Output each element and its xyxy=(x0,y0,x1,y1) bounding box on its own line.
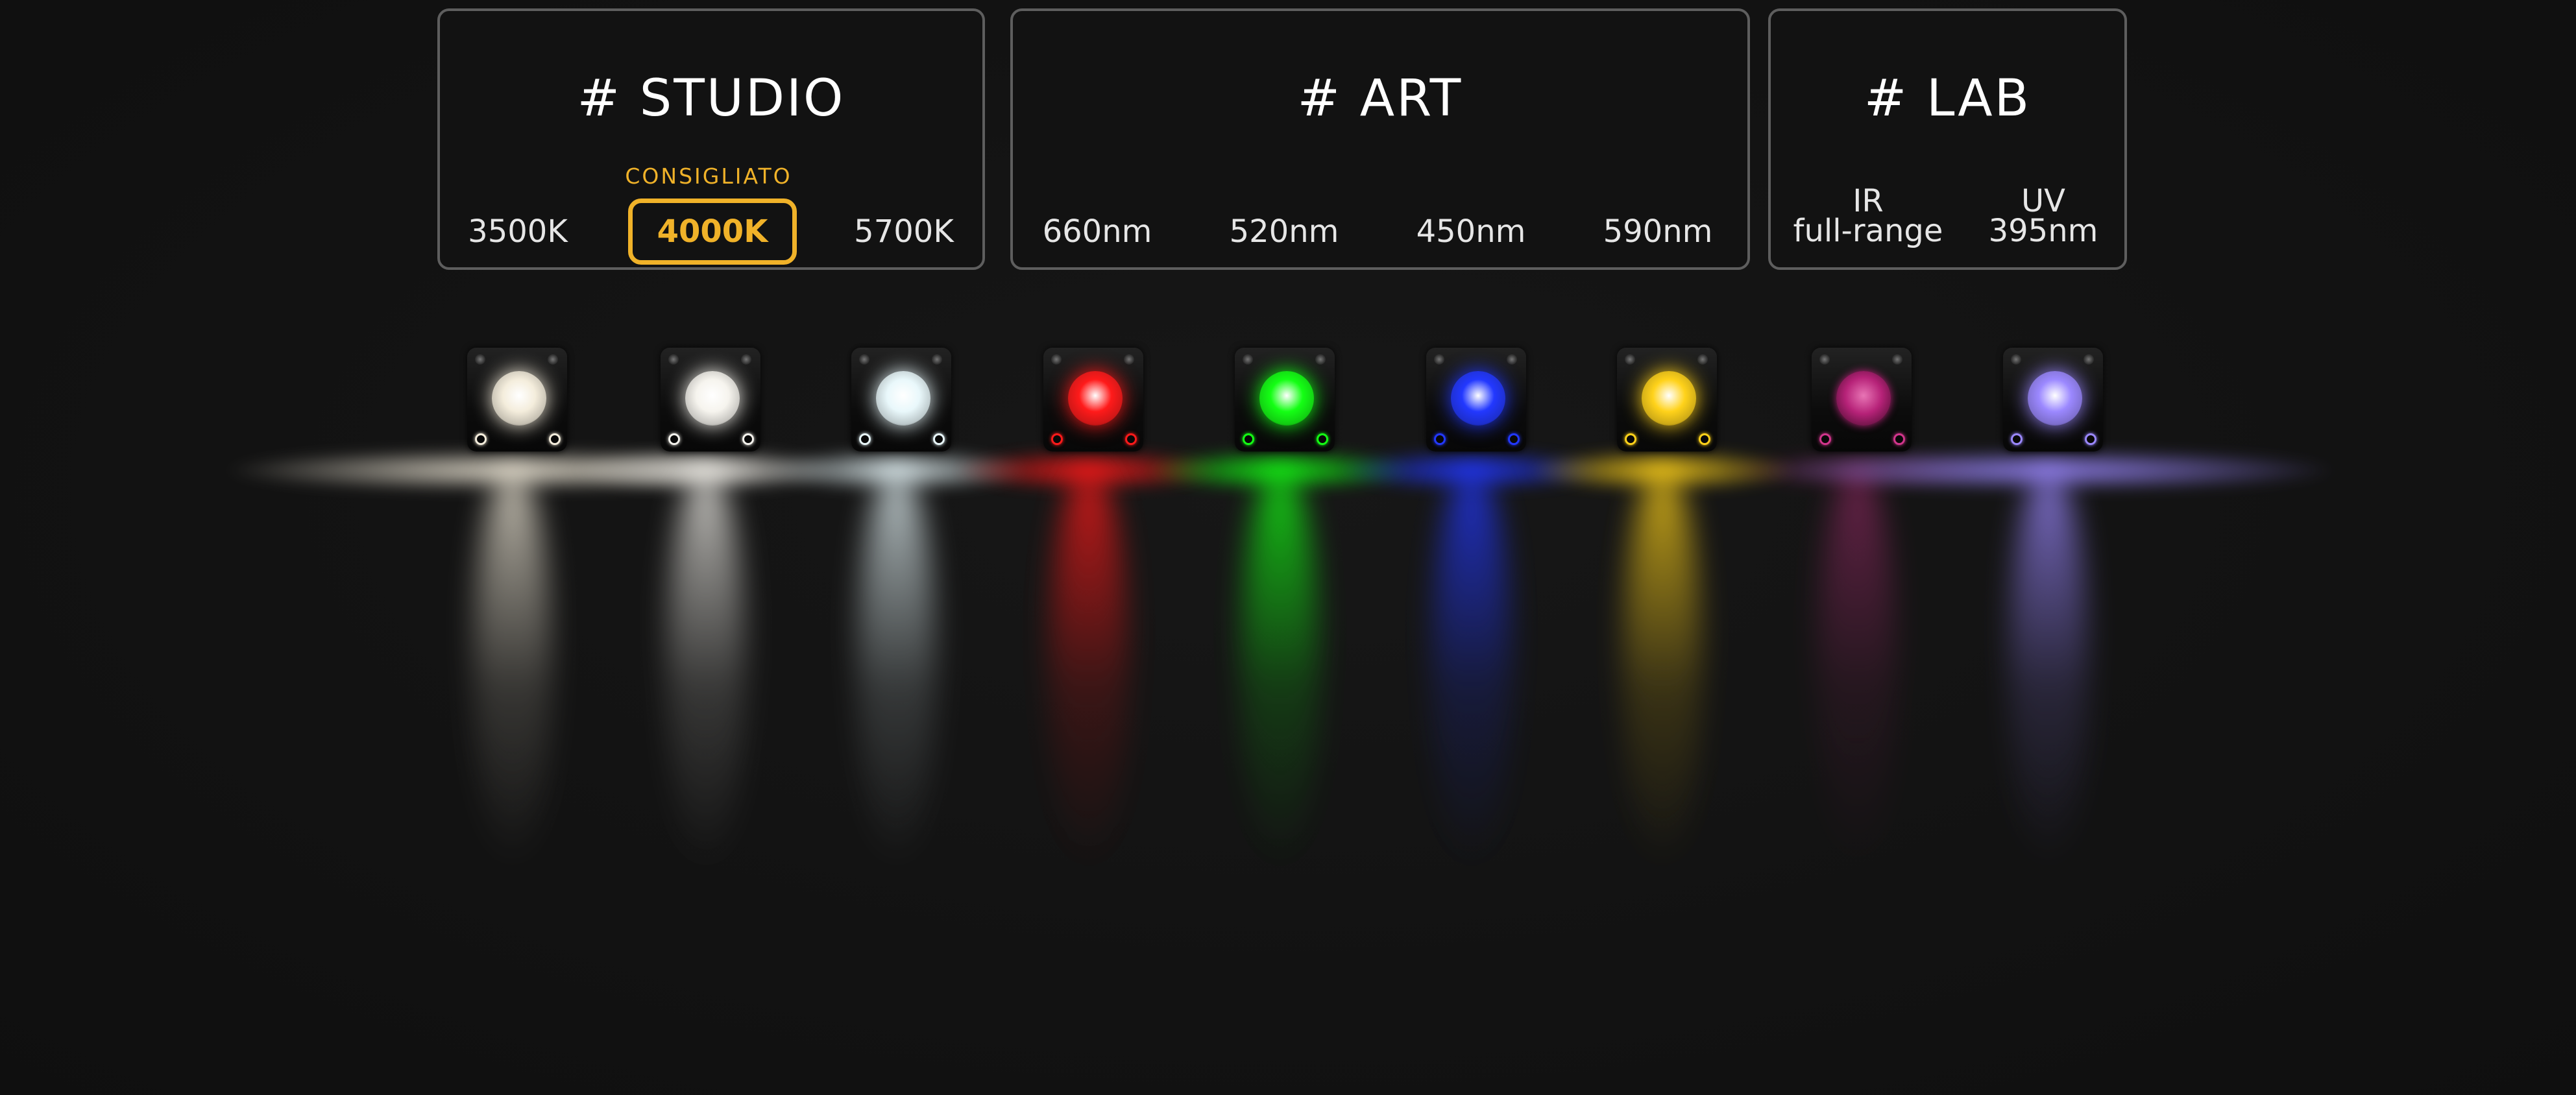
led-lens-icon xyxy=(1836,371,1891,426)
option-uv-line1: UV xyxy=(2021,183,2065,219)
screw-icon xyxy=(475,354,485,365)
indicator-dot-icon xyxy=(668,433,680,445)
indicator-dot-icon xyxy=(933,433,945,445)
module-body xyxy=(661,348,760,451)
indicator-dot-icon xyxy=(2085,433,2096,445)
indicator-dot-icon xyxy=(859,433,871,445)
light-module-3500k xyxy=(453,336,572,455)
product-banner: # STUDIO CONSIGLIATO 3500K 4000K 5700K #… xyxy=(0,0,2576,1095)
reflection-660nm xyxy=(1050,467,1128,869)
indicator-dot-icon xyxy=(1819,433,1831,445)
indicator-dot-icon xyxy=(2011,433,2023,445)
indicator-dot-icon xyxy=(1699,433,1710,445)
module-body xyxy=(1426,348,1526,451)
option-ir[interactable]: IR full-range xyxy=(1790,183,1946,249)
indicator-dot-icon xyxy=(1508,433,1520,445)
module-body xyxy=(467,348,567,451)
screw-icon xyxy=(1315,354,1326,365)
led-lens-icon xyxy=(685,371,740,426)
screw-icon xyxy=(1697,354,1708,365)
light-module-660nm xyxy=(1029,336,1148,455)
indicator-dot-icon xyxy=(1434,433,1446,445)
art-title: # ART xyxy=(1297,69,1463,128)
option-5700k[interactable]: 5700K xyxy=(842,216,966,247)
light-module-4000k xyxy=(646,336,766,455)
reflection-520nm xyxy=(1241,467,1319,869)
indicator-dot-icon xyxy=(549,433,561,445)
indicator-dot-icon xyxy=(1243,433,1254,445)
led-lens-icon xyxy=(1642,371,1696,426)
option-660nm[interactable]: 660nm xyxy=(1032,216,1162,247)
screw-icon xyxy=(668,354,679,365)
option-ir-line2: full-range xyxy=(1793,213,1943,249)
screw-icon xyxy=(2084,354,2094,365)
screw-icon xyxy=(859,354,869,365)
screw-icon xyxy=(1892,354,1902,365)
indicator-dot-icon xyxy=(1893,433,1905,445)
recommended-label: CONSIGLIATO xyxy=(625,163,792,189)
reflection-uv xyxy=(2010,467,2087,869)
indicator-dot-icon xyxy=(1317,433,1328,445)
light-module-450nm xyxy=(1412,336,1531,455)
module-body xyxy=(851,348,951,451)
indicator-dot-icon xyxy=(1125,433,1137,445)
option-520nm[interactable]: 520nm xyxy=(1219,216,1349,247)
led-lens-icon xyxy=(2028,371,2082,426)
screw-icon xyxy=(1434,354,1444,365)
lab-title: # LAB xyxy=(1864,69,2032,128)
light-module-ir xyxy=(1797,336,1917,455)
module-body xyxy=(1235,348,1335,451)
module-body xyxy=(2003,348,2103,451)
studio-title: # STUDIO xyxy=(577,69,845,128)
indicator-dot-icon xyxy=(1051,433,1063,445)
reflection-5700k xyxy=(858,467,936,869)
screw-icon xyxy=(1819,354,1830,365)
light-module-5700k xyxy=(837,336,956,455)
led-lens-icon xyxy=(876,371,930,426)
screw-icon xyxy=(1051,354,1062,365)
reflection-3500k xyxy=(474,467,552,869)
reflection-ir xyxy=(1818,467,1896,869)
light-module-590nm xyxy=(1603,336,1722,455)
option-450nm[interactable]: 450nm xyxy=(1406,216,1536,247)
screw-icon xyxy=(741,354,751,365)
screw-icon xyxy=(932,354,942,365)
screw-icon xyxy=(1243,354,1253,365)
option-590nm[interactable]: 590nm xyxy=(1593,216,1723,247)
module-body xyxy=(1617,348,1717,451)
reflection-4000k xyxy=(667,467,745,869)
led-lens-icon xyxy=(1068,371,1123,426)
led-lens-icon xyxy=(1451,371,1505,426)
module-body xyxy=(1043,348,1143,451)
screw-icon xyxy=(2011,354,2021,365)
indicator-dot-icon xyxy=(742,433,754,445)
module-body xyxy=(1812,348,1912,451)
light-module-520nm xyxy=(1221,336,1340,455)
led-lens-icon xyxy=(492,371,546,426)
option-uv[interactable]: UV 395nm xyxy=(1978,183,2108,249)
indicator-dot-icon xyxy=(1625,433,1636,445)
option-ir-line1: IR xyxy=(1853,183,1884,219)
studio-panel: # STUDIO CONSIGLIATO 3500K 4000K 5700K xyxy=(437,8,985,270)
option-4000k-selected[interactable]: 4000K xyxy=(628,199,797,265)
screw-icon xyxy=(1507,354,1517,365)
screw-icon xyxy=(1625,354,1635,365)
option-3500k[interactable]: 3500K xyxy=(459,216,576,247)
light-module-uv xyxy=(1989,336,2108,455)
reflection-450nm xyxy=(1433,467,1511,869)
art-panel: # ART 660nm 520nm 450nm 590nm xyxy=(1010,8,1750,270)
screw-icon xyxy=(1124,354,1134,365)
option-uv-line2: 395nm xyxy=(1988,213,2098,249)
led-lens-icon xyxy=(1259,371,1314,426)
lab-panel: # LAB IR full-range UV 395nm xyxy=(1768,8,2127,270)
reflection-590nm xyxy=(1623,467,1701,869)
screw-icon xyxy=(548,354,558,365)
indicator-dot-icon xyxy=(475,433,487,445)
